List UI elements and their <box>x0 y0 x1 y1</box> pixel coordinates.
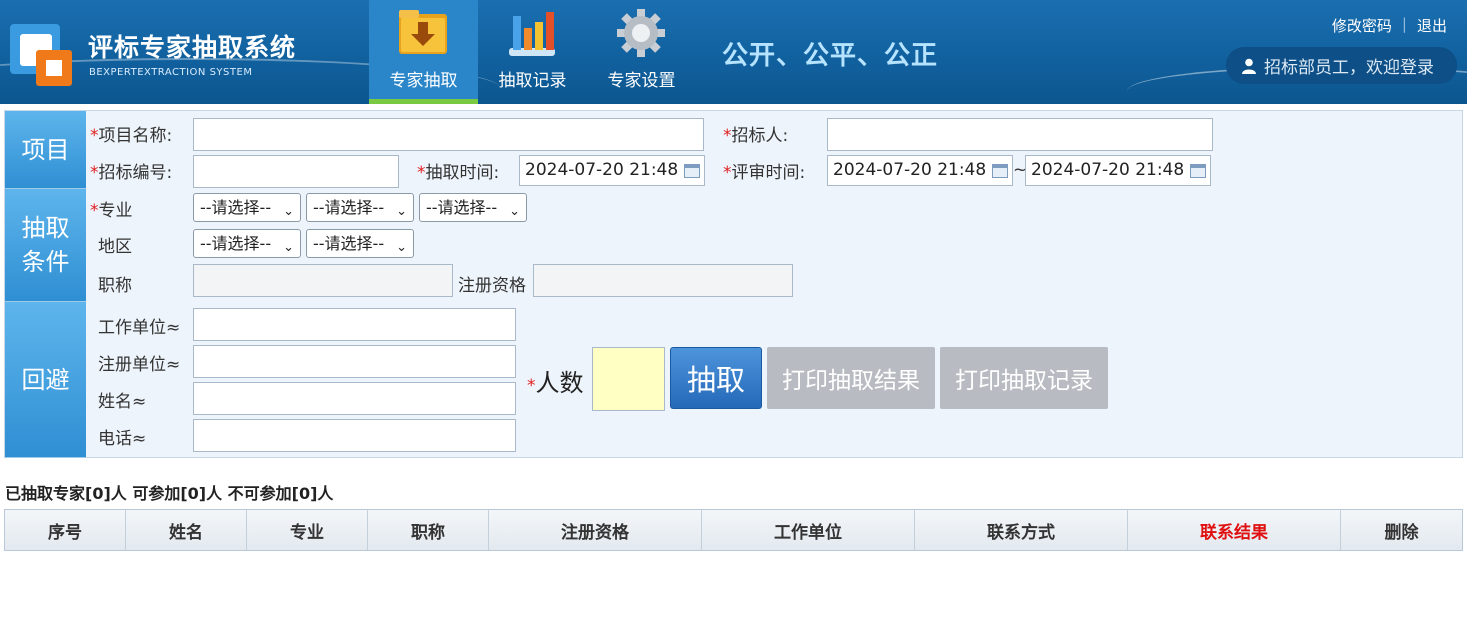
nav-label: 专家设置 <box>607 71 676 91</box>
chevron-down-icon: ⌄ <box>396 240 407 255</box>
draw-time-input[interactable]: 2024-07-20 21:48 <box>519 155 705 186</box>
calendar-icon[interactable] <box>684 164 700 178</box>
bar-chart-icon <box>509 12 555 56</box>
name-label: 姓名≈ <box>98 392 147 412</box>
region-select-1[interactable]: --请选择-- ⌄ <box>193 229 301 258</box>
column-header: 姓名 <box>126 510 247 550</box>
tender-no-input[interactable] <box>193 155 399 188</box>
tender-no-label: *招标编号: <box>90 163 173 183</box>
draw-summary: 已抽取专家[0]人 可参加[0]人 不可参加[0]人 <box>5 484 334 503</box>
tenderer-label: *招标人: <box>723 126 789 146</box>
app-header: 评标专家抽取系统 BEXPERTEXTRACTION SYSTEM 专家抽取 抽… <box>0 0 1467 104</box>
project-name-input[interactable] <box>193 118 704 151</box>
user-greeting: 招标部员工，欢迎登录 <box>1226 47 1457 84</box>
tenderer-input[interactable] <box>827 118 1213 151</box>
reg-qual-input[interactable] <box>533 264 793 297</box>
name-input[interactable] <box>193 382 516 415</box>
column-header: 注册资格 <box>489 510 702 550</box>
major-select-2[interactable]: --请选择-- ⌄ <box>306 193 414 222</box>
main-nav: 专家抽取 抽取记录 专家设置 <box>369 0 696 104</box>
top-links: 修改密码 | 退出 <box>1332 15 1447 36</box>
work-unit-input[interactable] <box>193 308 516 341</box>
gear-icon <box>617 9 665 57</box>
chevron-down-icon: ⌄ <box>283 204 294 219</box>
nav-expert-draw[interactable]: 专家抽取 <box>369 0 478 104</box>
nav-label: 抽取记录 <box>498 71 567 91</box>
project-name-label: *项目名称: <box>90 126 173 146</box>
phone-input[interactable] <box>193 419 516 452</box>
column-header: 联系结果 <box>1128 510 1341 550</box>
reg-unit-label: 注册单位≈ <box>98 355 181 375</box>
user-greeting-text: 招标部员工，欢迎登录 <box>1264 58 1434 78</box>
phone-label: 电话≈ <box>98 429 147 449</box>
app-title: 评标专家抽取系统 <box>88 33 297 62</box>
region-label: 地区 <box>98 237 132 257</box>
region-select-2[interactable]: --请选择-- ⌄ <box>306 229 414 258</box>
chevron-down-icon: ⌄ <box>509 204 520 219</box>
calendar-icon[interactable] <box>1190 164 1206 178</box>
draw-button[interactable]: 抽取 <box>670 347 762 409</box>
print-result-button[interactable]: 打印抽取结果 <box>767 347 935 409</box>
review-time-label: *评审时间: <box>723 163 806 183</box>
draw-form: 项目 抽取条件 回避 *项目名称: *招标人: *招标编号: *抽取时间: 20… <box>4 110 1463 458</box>
divider: | <box>1401 15 1407 33</box>
major-select-1[interactable]: --请选择-- ⌄ <box>193 193 301 222</box>
people-count-input[interactable] <box>592 347 665 411</box>
work-unit-label: 工作单位≈ <box>98 318 181 338</box>
folder-download-icon <box>399 10 447 54</box>
column-header: 职称 <box>368 510 489 550</box>
major-label: *专业 <box>90 201 133 221</box>
major-select-3[interactable]: --请选择-- ⌄ <box>419 193 527 222</box>
title-label: 职称 <box>98 276 132 296</box>
column-header: 序号 <box>5 510 126 550</box>
column-header: 专业 <box>247 510 368 550</box>
section-conditions: 抽取条件 <box>5 189 86 302</box>
logout-link[interactable]: 退出 <box>1417 15 1447 36</box>
slogan: 公开、公平、公正 <box>722 41 939 71</box>
reg-qual-label: 注册资格 <box>458 276 526 296</box>
review-time-start-input[interactable]: 2024-07-20 21:48 <box>827 155 1013 186</box>
chevron-down-icon: ⌄ <box>283 240 294 255</box>
app-logo <box>10 24 72 86</box>
draw-time-label: *抽取时间: <box>417 163 500 183</box>
people-count-label: *人数 <box>527 369 584 397</box>
print-record-button[interactable]: 打印抽取记录 <box>940 347 1108 409</box>
nav-draw-records[interactable]: 抽取记录 <box>478 0 587 104</box>
nav-expert-settings[interactable]: 专家设置 <box>587 0 696 104</box>
title-input[interactable] <box>193 264 453 297</box>
expert-table-header: 序号 姓名 专业 职称 注册资格 工作单位 联系方式 联系结果 删除 <box>4 509 1463 551</box>
calendar-icon[interactable] <box>992 164 1008 178</box>
column-header: 删除 <box>1384 522 1419 543</box>
change-password-link[interactable]: 修改密码 <box>1332 15 1392 36</box>
reg-unit-input[interactable] <box>193 345 516 378</box>
section-project: 项目 <box>5 111 86 189</box>
column-header: 工作单位 <box>702 510 915 550</box>
column-header: 联系方式 <box>915 510 1128 550</box>
review-time-end-input[interactable]: 2024-07-20 21:48 <box>1025 155 1211 186</box>
user-icon <box>1242 58 1256 74</box>
app-subtitle: BEXPERTEXTRACTION SYSTEM <box>89 67 253 78</box>
chevron-down-icon: ⌄ <box>396 204 407 219</box>
section-avoid: 回避 <box>5 302 86 458</box>
nav-label: 专家抽取 <box>389 71 458 91</box>
